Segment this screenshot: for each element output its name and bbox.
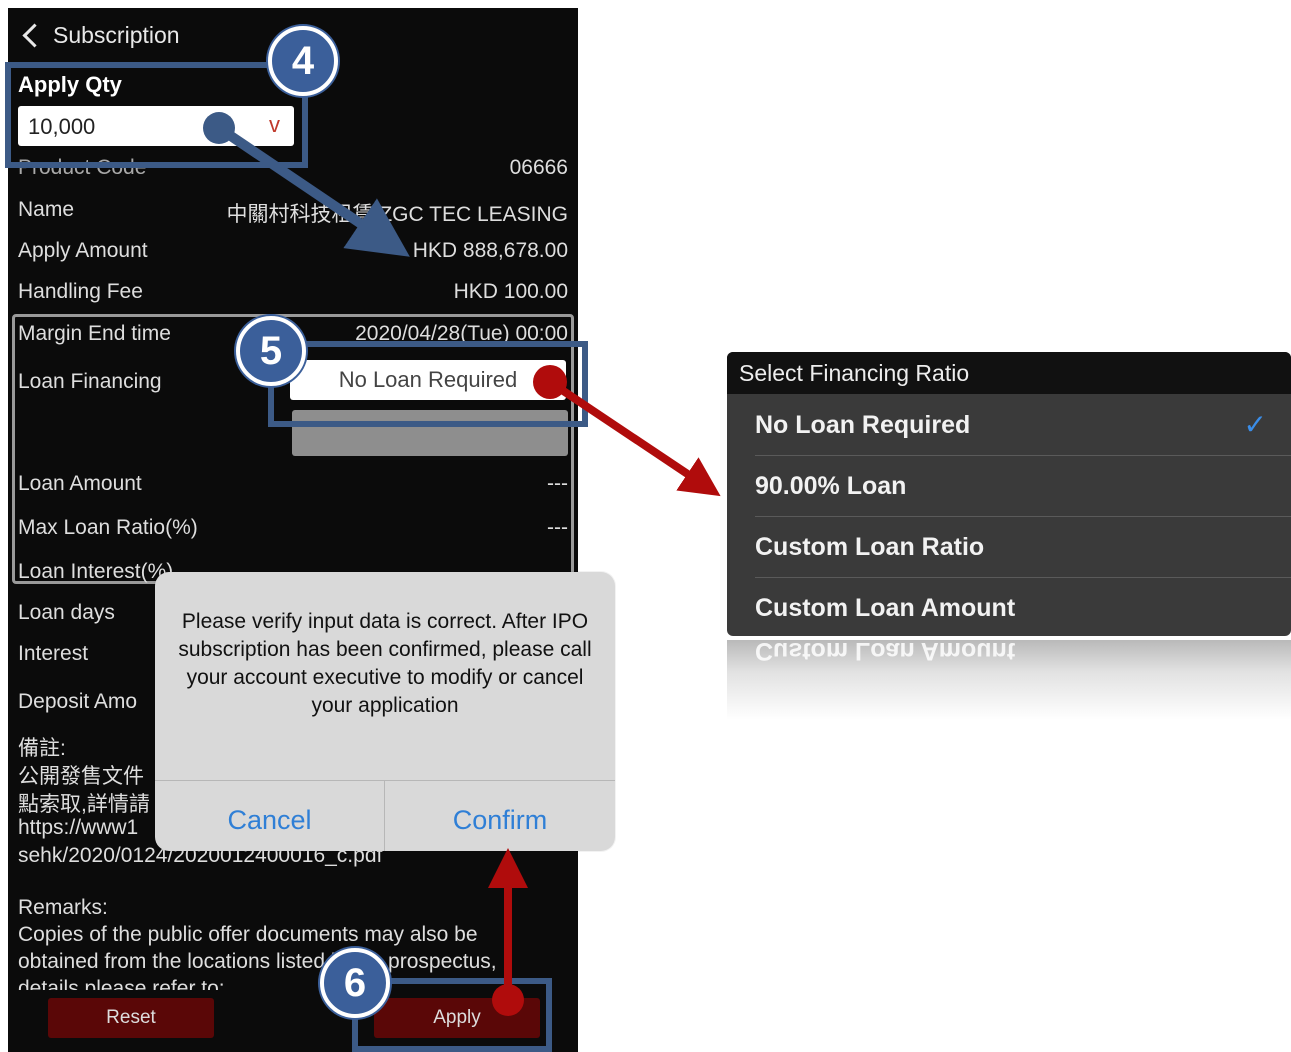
- step-5-badge: 5: [236, 316, 306, 386]
- arrow-loan-to-picker: [533, 365, 721, 497]
- arrow-qty-to-amount: [203, 112, 410, 257]
- annotation-arrows: [203, 112, 721, 1016]
- step-6-badge: 6: [320, 948, 390, 1018]
- arrow-apply-to-confirm: [488, 848, 528, 1016]
- step-4-badge: 4: [268, 26, 338, 96]
